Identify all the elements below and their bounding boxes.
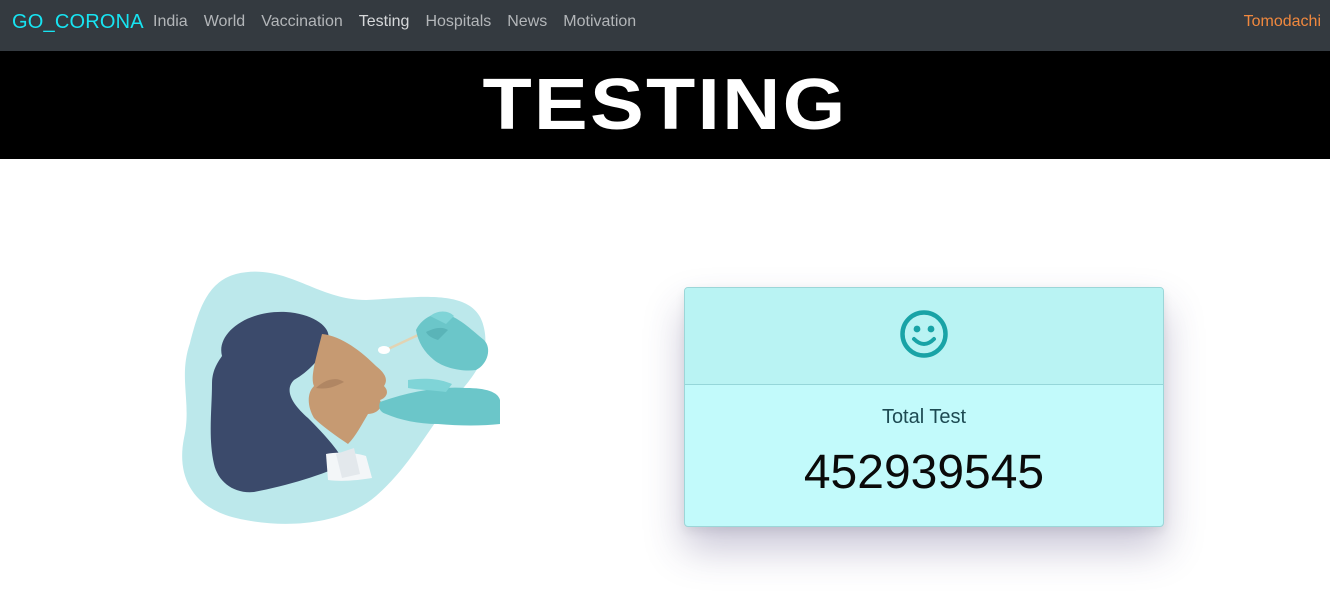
- user-link[interactable]: Tomodachi: [1244, 13, 1321, 31]
- nav-link-world[interactable]: World: [204, 13, 246, 31]
- card-header: [685, 288, 1163, 385]
- page-title: TESTING: [482, 65, 848, 145]
- nav-link-vaccination[interactable]: Vaccination: [261, 13, 343, 31]
- top-navbar: GO_CORONA India World Vaccination Testin…: [0, 0, 1330, 51]
- nav-link-news[interactable]: News: [507, 13, 547, 31]
- nav-link-motivation[interactable]: Motivation: [563, 13, 636, 31]
- nasal-swab-test-illustration: [176, 268, 506, 528]
- card-body: Total Test 452939545: [685, 406, 1163, 500]
- nav-link-india[interactable]: India: [153, 13, 188, 31]
- total-test-label: Total Test: [881, 406, 967, 428]
- brand-link[interactable]: GO_CORONA: [12, 11, 144, 34]
- total-test-card: Total Test 452939545: [684, 287, 1164, 527]
- nav-link-hospitals[interactable]: Hospitals: [425, 13, 491, 31]
- total-test-value: 452939545: [803, 446, 1045, 499]
- smiley-face-icon: [899, 309, 949, 364]
- swab-test-illustration-icon: [182, 271, 500, 524]
- nav-link-testing[interactable]: Testing: [359, 13, 410, 31]
- page-banner: TESTING: [0, 51, 1330, 159]
- nav-links: India World Vaccination Testing Hospital…: [153, 13, 652, 31]
